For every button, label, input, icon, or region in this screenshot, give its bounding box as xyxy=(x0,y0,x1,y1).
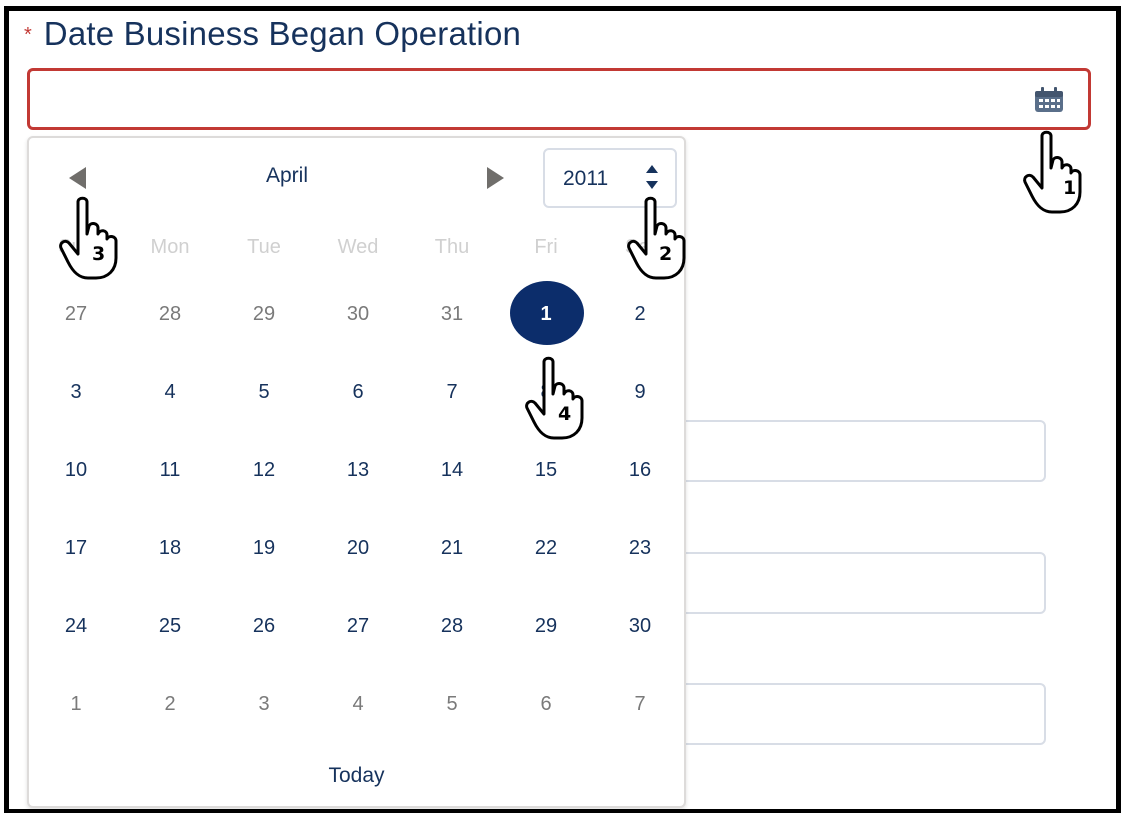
weekday-header: Sun Mon Tue Wed Thu Fri Sat xyxy=(29,236,684,262)
day-cell[interactable]: 18 xyxy=(123,528,217,568)
day-cell[interactable]: 22 xyxy=(499,528,593,568)
day-cell[interactable]: 29 xyxy=(217,294,311,334)
day-cell[interactable]: 3 xyxy=(217,684,311,724)
hand-pointer-icon: 1 xyxy=(1022,130,1090,214)
day-cell[interactable]: 25 xyxy=(123,606,217,646)
previous-month-button[interactable] xyxy=(69,167,86,189)
day-cell[interactable]: 31 xyxy=(405,294,499,334)
weekday-thu: Thu xyxy=(434,236,470,258)
day-cell[interactable]: 3 xyxy=(29,372,123,412)
day-cell[interactable]: 26 xyxy=(217,606,311,646)
day-cell-selected[interactable]: 1 xyxy=(499,281,593,345)
day-cell[interactable]: 10 xyxy=(29,450,123,490)
day-cell[interactable]: 24 xyxy=(29,606,123,646)
day-cell[interactable]: 29 xyxy=(499,606,593,646)
day-cell[interactable]: 14 xyxy=(405,450,499,490)
today-button[interactable]: Today xyxy=(29,764,684,788)
date-input[interactable] xyxy=(27,68,1091,130)
day-cell[interactable]: 2 xyxy=(593,294,687,334)
svg-text:4: 4 xyxy=(558,403,571,425)
day-cell[interactable]: 17 xyxy=(29,528,123,568)
svg-text:1: 1 xyxy=(1063,177,1076,199)
hand-pointer-icon: 4 xyxy=(524,356,592,440)
day-cell[interactable]: 6 xyxy=(499,684,593,724)
day-cell[interactable]: 7 xyxy=(593,684,687,724)
calendar-icon[interactable] xyxy=(1033,86,1065,114)
weekday-tue: Tue xyxy=(247,236,281,258)
svg-text:2: 2 xyxy=(659,243,672,265)
month-label: April xyxy=(265,164,308,187)
field-label: Date Business Began Operation xyxy=(43,15,522,52)
required-marker: * xyxy=(24,23,32,46)
year-down-icon[interactable] xyxy=(646,181,658,189)
weekday-wed: Wed xyxy=(337,236,379,258)
day-cell[interactable]: 13 xyxy=(311,450,405,490)
next-month-button[interactable] xyxy=(487,167,504,189)
day-cell[interactable]: 27 xyxy=(311,606,405,646)
day-cell[interactable]: 2 xyxy=(123,684,217,724)
day-cell[interactable]: 4 xyxy=(311,684,405,724)
day-cell[interactable]: 1 xyxy=(29,684,123,724)
day-cell[interactable]: 11 xyxy=(123,450,217,490)
day-cell[interactable]: 28 xyxy=(123,294,217,334)
day-cell[interactable]: 4 xyxy=(123,372,217,412)
day-cell[interactable]: 15 xyxy=(499,450,593,490)
hand-pointer-icon: 3 xyxy=(58,196,126,280)
year-up-icon[interactable] xyxy=(646,165,658,173)
hand-pointer-icon: 2 xyxy=(626,196,694,280)
background-field-1[interactable] xyxy=(640,420,1046,482)
weekday-fri: Fri xyxy=(534,236,558,258)
day-cell[interactable]: 19 xyxy=(217,528,311,568)
year-value: 2011 xyxy=(563,167,609,190)
day-cell[interactable]: 30 xyxy=(311,294,405,334)
day-cell[interactable]: 7 xyxy=(405,372,499,412)
day-cell[interactable]: 5 xyxy=(217,372,311,412)
day-cell[interactable]: 20 xyxy=(311,528,405,568)
day-cell[interactable]: 21 xyxy=(405,528,499,568)
day-cell[interactable]: 23 xyxy=(593,528,687,568)
day-cell[interactable]: 30 xyxy=(593,606,687,646)
weekday-mon: Mon xyxy=(150,236,190,258)
day-cell[interactable]: 9 xyxy=(593,372,687,412)
day-cell[interactable]: 27 xyxy=(29,294,123,334)
day-cell[interactable]: 12 xyxy=(217,450,311,490)
field-label-row: * Date Business Began Operation xyxy=(24,14,521,54)
day-cell[interactable]: 28 xyxy=(405,606,499,646)
day-cell[interactable]: 5 xyxy=(405,684,499,724)
background-field-2[interactable] xyxy=(640,552,1046,614)
day-cell[interactable]: 6 xyxy=(311,372,405,412)
day-cell[interactable]: 16 xyxy=(593,450,687,490)
svg-text:3: 3 xyxy=(92,243,105,265)
background-field-3[interactable] xyxy=(640,683,1046,745)
